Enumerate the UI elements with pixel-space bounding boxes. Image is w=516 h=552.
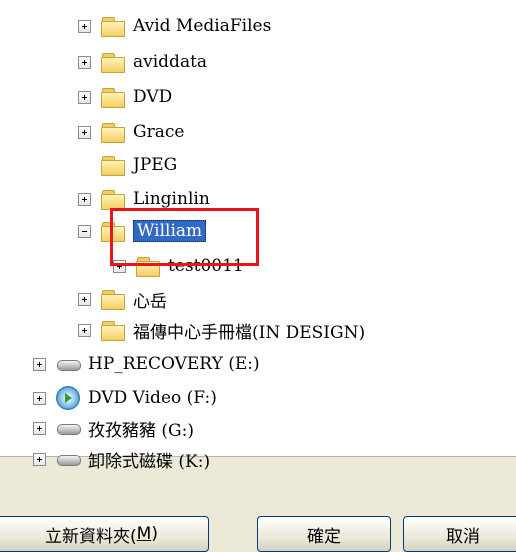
tree-item-label: 心岳: [133, 291, 167, 312]
tree-item-label: aviddata: [133, 52, 208, 72]
tree-item[interactable]: Avid MediaFiles: [78, 10, 271, 42]
new-folder-shortcut-key: M: [136, 524, 152, 544]
tree-item-label: DVD Video (F:): [88, 388, 217, 408]
folder-icon: [101, 189, 125, 210]
tree-item-label: Avid MediaFiles: [133, 16, 272, 36]
tree-item[interactable]: Grace: [78, 116, 184, 148]
dvd-drive-icon: [56, 386, 80, 410]
expand-plus-icon[interactable]: [78, 192, 91, 206]
folder-icon: [101, 320, 125, 341]
hard-drive-icon: [56, 420, 81, 436]
new-folder-label: 立新資料夾(: [45, 526, 137, 547]
hard-drive-icon: [56, 356, 81, 372]
tree-item[interactable]: aviddata: [78, 46, 207, 78]
new-folder-label-end: ): [151, 524, 158, 544]
tree-item[interactable]: DVD: [78, 81, 172, 113]
folder-tree[interactable]: Avid MediaFiles aviddata DVD Grace JPEG …: [0, 0, 516, 472]
collapse-minus-icon[interactable]: [78, 224, 91, 238]
tree-item[interactable]: 心岳: [78, 283, 167, 315]
folder-icon: [101, 122, 125, 143]
expand-plus-icon[interactable]: [33, 452, 46, 466]
ok-button[interactable]: 確定: [257, 516, 391, 552]
tree-item-label: DVD: [133, 87, 173, 107]
folder-icon: [101, 155, 125, 176]
folder-icon: [101, 16, 125, 37]
tree-item[interactable]: 卸除式磁碟 (K:): [33, 443, 210, 475]
new-folder-button[interactable]: 立新資料夾(M): [0, 516, 209, 552]
expand-plus-icon[interactable]: [78, 292, 91, 306]
folder-icon: [101, 52, 125, 73]
expand-plus-icon[interactable]: [33, 421, 46, 435]
expand-plus-icon[interactable]: [78, 19, 91, 33]
tree-item-label: 孜孜豬豬 (G:): [88, 420, 194, 441]
expand-plus-icon[interactable]: [33, 391, 46, 405]
tree-item-label: JPEG: [133, 155, 178, 175]
expand-plus-icon[interactable]: [78, 90, 91, 104]
folder-icon: [101, 289, 125, 310]
expand-plus-icon[interactable]: [78, 55, 91, 69]
tree-item-label: 福傳中心手冊檔(IN DESIGN): [133, 322, 366, 343]
folder-icon: [101, 87, 125, 108]
removable-drive-icon: [56, 451, 81, 467]
cancel-label: 取消: [446, 526, 480, 547]
cancel-button[interactable]: 取消: [403, 516, 516, 552]
expand-plus-icon[interactable]: [78, 125, 91, 139]
tree-item[interactable]: HP_RECOVERY (E:): [33, 348, 260, 380]
ok-label: 確定: [307, 526, 341, 547]
tree-item-label: 卸除式磁碟 (K:): [88, 451, 211, 472]
expand-plus-icon[interactable]: [78, 323, 91, 337]
tree-item[interactable]: DVD Video (F:): [33, 382, 217, 414]
tree-item[interactable]: 福傳中心手冊檔(IN DESIGN): [78, 314, 365, 346]
tree-item[interactable]: 孜孜豬豬 (G:): [33, 412, 194, 444]
tree-item-label: Grace: [133, 122, 185, 142]
highlight-annotation-box: [110, 208, 259, 266]
tree-item-label: Linginlin: [133, 189, 210, 209]
tree-item[interactable]: JPEG: [78, 149, 177, 181]
tree-item-label: HP_RECOVERY (E:): [88, 354, 260, 374]
expand-plus-icon[interactable]: [33, 357, 46, 371]
